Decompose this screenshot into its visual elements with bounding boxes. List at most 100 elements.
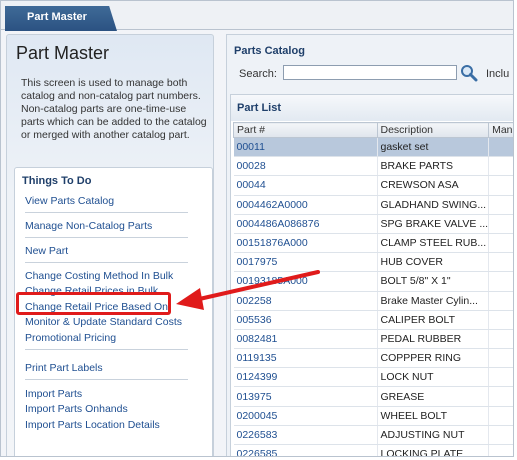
manufacturer-cell [488,444,513,456]
part-number-cell: 002258 [233,291,378,311]
table-row[interactable]: 0004486A086876 SPG BRAKE VALVE ... [233,214,513,234]
table-row[interactable]: 0226583 ADJUSTING NUT [233,425,513,446]
description-cell: LOCK NUT [377,367,490,388]
description-cell: Brake Master Cylin... [377,291,490,311]
page-title: Part Master [16,43,110,63]
table-row[interactable]: 005536 CALIPER BOLT [233,310,513,330]
table-row[interactable]: 002258 Brake Master Cylin... [233,291,513,311]
part-number-cell: 005536 [233,310,378,330]
include-label: Inclu [486,68,510,80]
table-row[interactable]: 00044 CREWSON ASA [233,175,513,196]
description-cell: HUB COVER [377,252,490,273]
column-header-description[interactable]: Description [376,122,490,138]
tab-part-master[interactable]: Part Master [5,6,117,31]
part-number-cell: 00028 [233,156,378,177]
column-header-manufacturer[interactable]: Manu [488,122,513,138]
part-number-cell: 0226585 [233,444,378,456]
part-number-cell: 0124399 [233,367,378,388]
manufacturer-cell [488,271,513,292]
view-parts-catalog-link[interactable]: View Parts Catalog [25,195,114,207]
manufacturer-cell [488,425,513,446]
description-cell: BOLT 5/8" X 1" [377,271,490,292]
search-label: Search: [239,68,277,80]
parts-catalog-title: Parts Catalog [234,45,305,57]
table-row[interactable]: 0004462A0000 GLADHAND SWING... [233,195,513,215]
part-list-title: Part List [231,95,513,121]
table-row[interactable]: 00151876A000 CLAMP STEEL RUB... [233,233,513,254]
promotional-pricing-link[interactable]: Promotional Pricing [25,332,116,344]
divider [25,349,188,350]
table-row[interactable]: 00028 BRAKE PARTS [233,156,513,177]
manufacturer-cell [488,406,513,426]
part-number-cell: 0004462A0000 [233,195,378,215]
description-cell: LOCKING PLATE [377,444,490,456]
manufacturer-cell [488,291,513,311]
column-header-part-number[interactable]: Part # [233,122,378,138]
part-number-cell: 0200045 [233,406,378,426]
divider [25,262,188,263]
table-row[interactable]: 0226585 LOCKING PLATE [233,444,513,456]
manufacturer-cell [488,233,513,254]
monitor-standard-costs-link[interactable]: Monitor & Update Standard Costs [25,316,182,328]
divider [25,237,188,238]
description-cell: COPPPER RING [377,348,490,369]
description-cell: ADJUSTING NUT [377,425,490,446]
manufacturer-cell [488,367,513,388]
table-row[interactable]: 00193185A000 BOLT 5/8" X 1" [233,271,513,292]
part-number-cell: 0226583 [233,425,378,446]
new-part-link[interactable]: New Part [25,245,68,257]
table-row[interactable]: 0124399 LOCK NUT [233,367,513,388]
table-row[interactable]: 0017975 HUB COVER [233,252,513,273]
print-part-labels-link[interactable]: Print Part Labels [25,362,103,374]
part-number-cell: 013975 [233,386,378,407]
part-number-cell: 0082481 [233,329,378,350]
description-cell: GLADHAND SWING... [377,195,490,215]
manufacturer-cell [488,214,513,234]
part-list-table: Part # Description Manu 00011gasket set0… [233,122,513,456]
part-master-window: Part Master Part Master This screen is u… [0,0,514,457]
callout-highlight-box [16,292,171,315]
manufacturer-cell [488,386,513,407]
description-cell: SPG BRAKE VALVE ... [377,214,490,234]
divider [25,379,188,380]
description-cell: gasket set [377,137,490,158]
part-list-panel: Part List Part # Description Manu 00011g… [230,94,513,456]
part-number-cell: 00193185A000 [233,271,378,292]
part-number-cell: 00011 [233,137,378,158]
description-cell: CREWSON ASA [377,175,490,196]
manufacturer-cell [488,348,513,369]
description-cell: CALIPER BOLT [377,310,490,330]
table-row[interactable]: 0119135 COPPPER RING [233,348,513,369]
tab-bar: Part Master [1,1,513,31]
search-icon[interactable] [460,64,478,82]
things-to-do-title: Things To Do [22,175,92,187]
description-cell: WHEEL BOLT [377,406,490,426]
search-input[interactable] [283,65,457,80]
manufacturer-cell [488,156,513,177]
part-number-cell: 0017975 [233,252,378,273]
description-cell: PEDAL RUBBER [377,329,490,350]
parts-catalog-panel: Parts Catalog Search: Inclu Part List Pa… [226,34,513,456]
import-parts-onhands-link[interactable]: Import Parts Onhands [25,403,128,415]
manufacturer-cell [488,195,513,215]
manufacturer-cell [488,310,513,330]
page-description: This screen is used to manage both catal… [21,77,207,141]
table-row[interactable]: 013975 GREASE [233,386,513,407]
manufacturer-cell [488,175,513,196]
table-row[interactable]: 0200045 WHEEL BOLT [233,406,513,426]
manufacturer-cell [488,329,513,350]
manufacturer-cell [488,252,513,273]
left-panel: Part Master This screen is used to manag… [6,34,214,456]
description-cell: CLAMP STEEL RUB... [377,233,490,254]
change-costing-method-link[interactable]: Change Costing Method In Bulk [25,270,173,282]
table-row[interactable]: 00011 gasket set [233,137,513,158]
part-number-cell: 00151876A000 [233,233,378,254]
table-header-row: Part # Description Manu [233,122,513,138]
import-parts-link[interactable]: Import Parts [25,388,82,400]
table-row[interactable]: 0082481 PEDAL RUBBER [233,329,513,350]
import-parts-location-link[interactable]: Import Parts Location Details [25,419,160,431]
description-cell: GREASE [377,386,490,407]
part-number-cell: 0004486A086876 [233,214,378,234]
manage-non-catalog-parts-link[interactable]: Manage Non-Catalog Parts [25,220,152,232]
manufacturer-cell [488,137,513,158]
